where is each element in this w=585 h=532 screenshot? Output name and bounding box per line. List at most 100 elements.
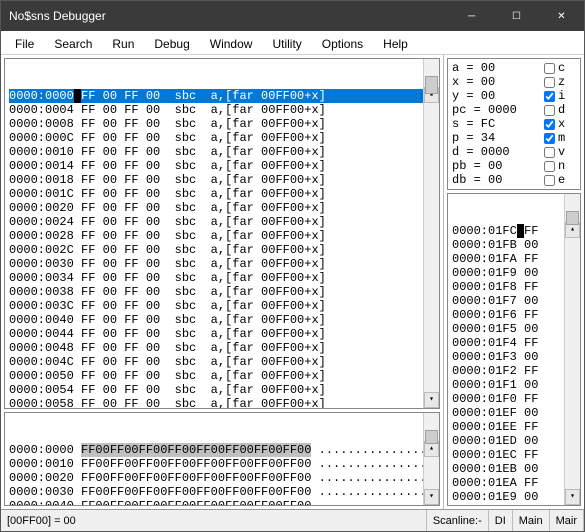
stack-row[interactable]: 0000:01F8 FF [452,280,576,294]
scrollbar[interactable]: ▴ ▾ [423,59,439,408]
menu-run[interactable]: Run [104,35,142,50]
flag-z[interactable]: z [544,75,576,89]
hex-row[interactable]: 0000:0000 FF00FF00FF00FF00FF00FF00FF00FF… [9,443,435,457]
disasm-row[interactable]: 0000:0034 FF 00 FF 00 sbc a,[far 00FF00+… [9,271,435,285]
reg-s[interactable]: s = FC [452,117,544,131]
flag-checkbox-e[interactable] [544,175,555,186]
stack-row[interactable]: 0000:01FB 00 [452,238,576,252]
disasm-row[interactable]: 0000:0058 FF 00 FF 00 sbc a,[far 00FF00+… [9,397,435,409]
stack-row[interactable]: 0000:01E8 FF [452,504,576,506]
stack-pane[interactable]: 0000:01FC FF0000:01FB 000000:01FA FF0000… [447,193,581,506]
reg-d[interactable]: d = 0000 [452,145,544,159]
flag-checkbox-i[interactable] [544,91,555,102]
stack-row[interactable]: 0000:01F3 00 [452,350,576,364]
hex-row[interactable]: 0000:0030 FF00FF00FF00FF00FF00FF00FF00FF… [9,485,435,499]
scrollbar[interactable]: ▴ ▾ [423,413,439,505]
flag-v[interactable]: v [544,145,576,159]
close-button[interactable]: ✕ [539,1,584,31]
disasm-row[interactable]: 0000:0050 FF 00 FF 00 sbc a,[far 00FF00+… [9,369,435,383]
disassembly-pane[interactable]: 0000:0000 FF 00 FF 00 sbc a,[far 00FF00+… [4,58,440,409]
disasm-row[interactable]: 0000:0014 FF 00 FF 00 sbc a,[far 00FF00+… [9,159,435,173]
flag-n[interactable]: n [544,159,576,173]
menu-file[interactable]: File [7,35,42,50]
stack-row[interactable]: 0000:01EF 00 [452,406,576,420]
flag-c[interactable]: c [544,61,576,75]
stack-row[interactable]: 0000:01F7 00 [452,294,576,308]
hex-row[interactable]: 0000:0040 FF00FF00FF00FF00FF00FF00FF00FF… [9,499,435,506]
disasm-row[interactable]: 0000:0004 FF 00 FF 00 sbc a,[far 00FF00+… [9,103,435,117]
stack-row[interactable]: 0000:01F4 FF [452,336,576,350]
titlebar[interactable]: No$sns Debugger ─ ☐ ✕ [1,1,584,31]
stack-row[interactable]: 0000:01F0 FF [452,392,576,406]
window-title: No$sns Debugger [9,9,449,23]
stack-row[interactable]: 0000:01EB 00 [452,462,576,476]
stack-row[interactable]: 0000:01F5 00 [452,322,576,336]
reg-pc[interactable]: pc = 0000 [452,103,544,117]
stack-row[interactable]: 0000:01F9 00 [452,266,576,280]
flag-d[interactable]: d [544,103,576,117]
disasm-row[interactable]: 0000:0054 FF 00 FF 00 sbc a,[far 00FF00+… [9,383,435,397]
stack-row[interactable]: 0000:01EA FF [452,476,576,490]
disasm-row[interactable]: 0000:0008 FF 00 FF 00 sbc a,[far 00FF00+… [9,117,435,131]
menu-search[interactable]: Search [46,35,100,50]
flag-checkbox-n[interactable] [544,161,555,172]
flag-i[interactable]: i [544,89,576,103]
stack-row[interactable]: 0000:01F2 FF [452,364,576,378]
flag-checkbox-v[interactable] [544,147,555,158]
stack-row[interactable]: 0000:01EC FF [452,448,576,462]
disasm-row[interactable]: 0000:003C FF 00 FF 00 sbc a,[far 00FF00+… [9,299,435,313]
disasm-row[interactable]: 0000:0024 FF 00 FF 00 sbc a,[far 00FF00+… [9,215,435,229]
status-di: DI [489,510,513,531]
flag-x[interactable]: x [544,117,576,131]
disasm-row[interactable]: 0000:0018 FF 00 FF 00 sbc a,[far 00FF00+… [9,173,435,187]
scroll-down-icon[interactable]: ▾ [424,392,439,408]
stack-row[interactable]: 0000:01FA FF [452,252,576,266]
menu-options[interactable]: Options [314,35,371,50]
hex-row[interactable]: 0000:0010 FF00FF00FF00FF00FF00FF00FF00FF… [9,457,435,471]
disasm-row[interactable]: 0000:0030 FF 00 FF 00 sbc a,[far 00FF00+… [9,257,435,271]
stack-row[interactable]: 0000:01EE FF [452,420,576,434]
reg-pb[interactable]: pb = 00 [452,159,544,173]
disasm-row[interactable]: 0000:004C FF 00 FF 00 sbc a,[far 00FF00+… [9,355,435,369]
flag-m[interactable]: m [544,131,576,145]
reg-p[interactable]: p = 34 [452,131,544,145]
maximize-button[interactable]: ☐ [494,1,539,31]
flag-checkbox-m[interactable] [544,133,555,144]
scrollbar[interactable]: ▴ ▾ [564,194,580,505]
stack-row[interactable]: 0000:01FC FF [452,224,576,238]
menu-utility[interactable]: Utility [264,35,309,50]
flag-checkbox-x[interactable] [544,119,555,130]
hex-pane[interactable]: 0000:0000 FF00FF00FF00FF00FF00FF00FF00FF… [4,412,440,506]
hex-row[interactable]: 0000:0020 FF00FF00FF00FF00FF00FF00FF00FF… [9,471,435,485]
scroll-down-icon[interactable]: ▾ [565,489,580,505]
reg-x[interactable]: x = 00 [452,75,544,89]
stack-row[interactable]: 0000:01F1 00 [452,378,576,392]
reg-y[interactable]: y = 00 [452,89,544,103]
disasm-row[interactable]: 0000:0028 FF 00 FF 00 sbc a,[far 00FF00+… [9,229,435,243]
minimize-button[interactable]: ─ [449,1,494,31]
disasm-row[interactable]: 0000:0048 FF 00 FF 00 sbc a,[far 00FF00+… [9,341,435,355]
disasm-row[interactable]: 0000:0038 FF 00 FF 00 sbc a,[far 00FF00+… [9,285,435,299]
flag-checkbox-d[interactable] [544,105,555,116]
stack-row[interactable]: 0000:01F6 FF [452,308,576,322]
disasm-row[interactable]: 0000:0040 FF 00 FF 00 sbc a,[far 00FF00+… [9,313,435,327]
menu-window[interactable]: Window [202,35,261,50]
scroll-down-icon[interactable]: ▾ [424,489,439,505]
menu-debug[interactable]: Debug [146,35,197,50]
disasm-row[interactable]: 0000:0020 FF 00 FF 00 sbc a,[far 00FF00+… [9,201,435,215]
reg-a[interactable]: a = 00 [452,61,544,75]
flag-e[interactable]: e [544,173,576,187]
disasm-row[interactable]: 0000:0044 FF 00 FF 00 sbc a,[far 00FF00+… [9,327,435,341]
disasm-row[interactable]: 0000:000C FF 00 FF 00 sbc a,[far 00FF00+… [9,131,435,145]
flag-checkbox-c[interactable] [544,63,555,74]
disasm-row[interactable]: 0000:002C FF 00 FF 00 sbc a,[far 00FF00+… [9,243,435,257]
menu-help[interactable]: Help [375,35,416,50]
disasm-row[interactable]: 0000:0010 FF 00 FF 00 sbc a,[far 00FF00+… [9,145,435,159]
reg-db[interactable]: db = 00 [452,173,544,187]
stack-row[interactable]: 0000:01ED 00 [452,434,576,448]
disasm-row[interactable]: 0000:0000 FF 00 FF 00 sbc a,[far 00FF00+… [9,89,435,103]
stack-row[interactable]: 0000:01E9 00 [452,490,576,504]
register-pane[interactable]: a = 00x = 00y = 00pc = 0000s = FCp = 34d… [447,58,581,190]
flag-checkbox-z[interactable] [544,77,555,88]
disasm-row[interactable]: 0000:001C FF 00 FF 00 sbc a,[far 00FF00+… [9,187,435,201]
